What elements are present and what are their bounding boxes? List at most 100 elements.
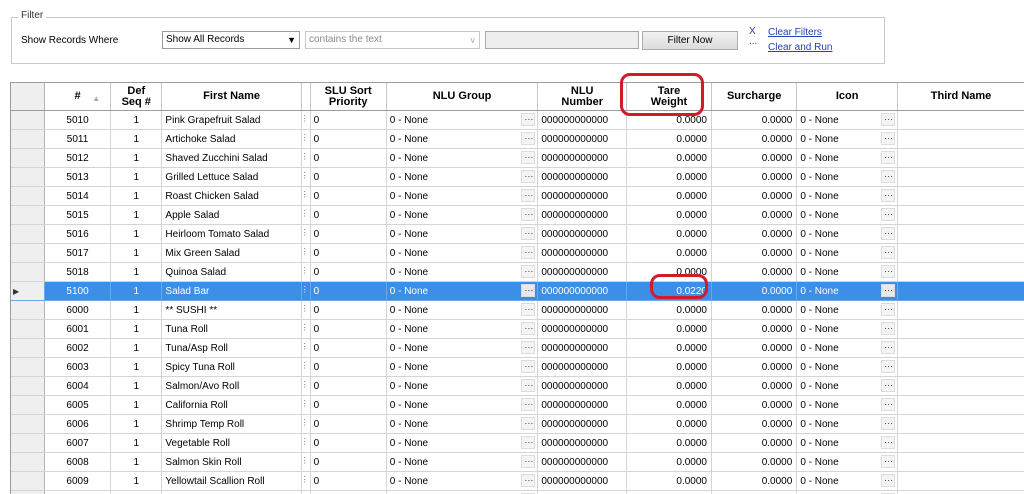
cell-third-name[interactable] [898,453,1024,472]
cell-slu-sort[interactable]: 0 [310,377,386,396]
column-header-nlu-group[interactable]: NLU Group [386,83,538,111]
table-row[interactable]: 60021Tuna/Asp Roll⋮00 - None⋯00000000000… [11,339,1024,358]
cell-third-name[interactable] [898,472,1024,491]
cell-def-seq[interactable]: 1 [111,396,162,415]
cell-third-name[interactable] [898,301,1024,320]
ellipsis-icon[interactable]: ⋯ [521,436,535,449]
cell-icon[interactable]: 0 - None⋯ [797,130,898,149]
cell-third-name[interactable] [898,149,1024,168]
row-selector[interactable] [11,263,44,282]
ellipsis-icon[interactable]: ⋯ [521,227,535,240]
ellipsis-icon[interactable]: ⋯ [521,322,535,335]
cell-nlu-number[interactable]: 000000000000 [538,415,627,434]
cell-tare-weight[interactable]: 0.0000 [627,301,712,320]
ellipsis-icon[interactable]: ⋯ [521,360,535,373]
cell-tare-weight[interactable]: 0.0000 [627,168,712,187]
cell-nlu-number[interactable]: 000000000000 [538,111,627,130]
cell-surcharge[interactable]: 0.0000 [711,282,796,301]
cell-nlu-group[interactable]: 0 - None⋯ [386,453,538,472]
clear-filters-link[interactable]: Clear Filters [768,27,822,38]
cell-nlu-group[interactable]: 0 - None⋯ [386,377,538,396]
cell-nlu-number[interactable]: 000000000000 [538,339,627,358]
cell-slu-sort[interactable]: 0 [310,472,386,491]
cell-surcharge[interactable]: 0.0000 [711,149,796,168]
ellipsis-icon[interactable]: ⋯ [881,398,895,411]
cell-slu-sort[interactable]: 0 [310,358,386,377]
cell-nlu-number[interactable]: 000000000000 [538,453,627,472]
cell-icon[interactable]: 0 - None⋯ [797,396,898,415]
ellipsis-icon[interactable]: ⋯ [881,474,895,487]
cell-nlu-group[interactable]: 0 - None⋯ [386,491,538,494]
cell-icon[interactable]: 0 - None⋯ [797,434,898,453]
table-row[interactable]: 50111Artichoke Salad⋮00 - None⋯000000000… [11,130,1024,149]
cell-first-name[interactable]: Mix Green Salad [162,244,301,263]
cell-surcharge[interactable]: 0.0000 [711,168,796,187]
cell-icon[interactable]: 0 - None⋯ [797,263,898,282]
cell-third-name[interactable] [898,434,1024,453]
row-selector[interactable] [11,149,44,168]
cell-surcharge[interactable]: 0.0000 [711,377,796,396]
table-row[interactable]: 60031Spicy Tuna Roll⋮00 - None⋯000000000… [11,358,1024,377]
ellipsis-icon[interactable]: ⋯ [881,151,895,164]
cell-nlu-group[interactable]: 0 - None⋯ [386,415,538,434]
row-selector[interactable] [11,111,44,130]
cell-slu-sort[interactable]: 0 [310,244,386,263]
cell-num[interactable]: 5018 [44,263,110,282]
cell-nlu-group[interactable]: 0 - None⋯ [386,358,538,377]
cell-nlu-group[interactable]: 0 - None⋯ [386,225,538,244]
cell-nlu-group[interactable]: 0 - None⋯ [386,301,538,320]
column-header-third-name[interactable]: Third Name [898,83,1024,111]
cell-icon[interactable]: 0 - None⋯ [797,282,898,301]
ellipsis-icon[interactable]: ⋯ [521,246,535,259]
cell-first-name[interactable]: Grilled Lettuce Salad [162,168,301,187]
cell-third-name[interactable] [898,377,1024,396]
cell-def-seq[interactable]: 1 [111,301,162,320]
cell-third-name[interactable] [898,111,1024,130]
cell-nlu-number[interactable]: 000000000000 [538,282,627,301]
cell-surcharge[interactable]: 0.0000 [711,396,796,415]
cell-third-name[interactable] [898,187,1024,206]
ellipsis-icon[interactable]: ⋯ [881,322,895,335]
cell-third-name[interactable] [898,263,1024,282]
cell-num[interactable]: 5012 [44,149,110,168]
cell-tare-weight[interactable]: 0.0000 [627,244,712,263]
cell-surcharge[interactable]: 0.0000 [711,187,796,206]
cell-first-name[interactable]: Yellowtail Scallion Roll [162,472,301,491]
cell-nlu-number[interactable]: 000000000000 [538,377,627,396]
cell-icon[interactable]: 0 - None⋯ [797,187,898,206]
table-row[interactable]: 50141Roast Chicken Salad⋮00 - None⋯00000… [11,187,1024,206]
table-row[interactable]: 60091Yellowtail Scallion Roll⋮00 - None⋯… [11,472,1024,491]
table-row[interactable]: 50151Apple Salad⋮00 - None⋯0000000000000… [11,206,1024,225]
ellipsis-icon[interactable]: ⋯ [881,379,895,392]
cell-def-seq[interactable]: 1 [111,282,162,301]
cell-first-name[interactable]: Shaved Zucchini Salad [162,149,301,168]
cell-first-name[interactable]: California Roll [162,396,301,415]
cell-third-name[interactable] [898,415,1024,434]
cell-slu-sort[interactable]: 0 [310,339,386,358]
cell-icon[interactable]: 0 - None⋯ [797,358,898,377]
cell-first-name[interactable]: Roast Chicken Salad [162,187,301,206]
cell-icon[interactable]: 0 - None⋯ [797,453,898,472]
cell-surcharge[interactable]: 0.0000 [711,415,796,434]
cell-num[interactable]: 6003 [44,358,110,377]
cell-surcharge[interactable]: 0.0000 [711,263,796,282]
cell-slu-sort[interactable]: 0 [310,149,386,168]
cell-surcharge[interactable]: 0.0000 [711,358,796,377]
row-selector[interactable] [11,472,44,491]
cell-num[interactable]: 6006 [44,415,110,434]
ellipsis-icon[interactable]: ⋯ [521,341,535,354]
cell-num[interactable]: 6001 [44,320,110,339]
cell-nlu-number[interactable]: 000000000000 [538,149,627,168]
cell-nlu-group[interactable]: 0 - None⋯ [386,206,538,225]
cell-num[interactable]: 6005 [44,396,110,415]
cell-num[interactable]: 6002 [44,339,110,358]
cell-third-name[interactable] [898,244,1024,263]
cell-def-seq[interactable]: 1 [111,472,162,491]
cell-def-seq[interactable]: 1 [111,358,162,377]
cell-third-name[interactable] [898,491,1024,494]
cell-surcharge[interactable]: 0.0000 [711,225,796,244]
ellipsis-icon[interactable]: ⋯ [521,417,535,430]
cell-tare-weight[interactable]: 0.0000 [627,320,712,339]
cell-def-seq[interactable]: 1 [111,415,162,434]
cell-tare-weight[interactable]: 0.0000 [627,130,712,149]
